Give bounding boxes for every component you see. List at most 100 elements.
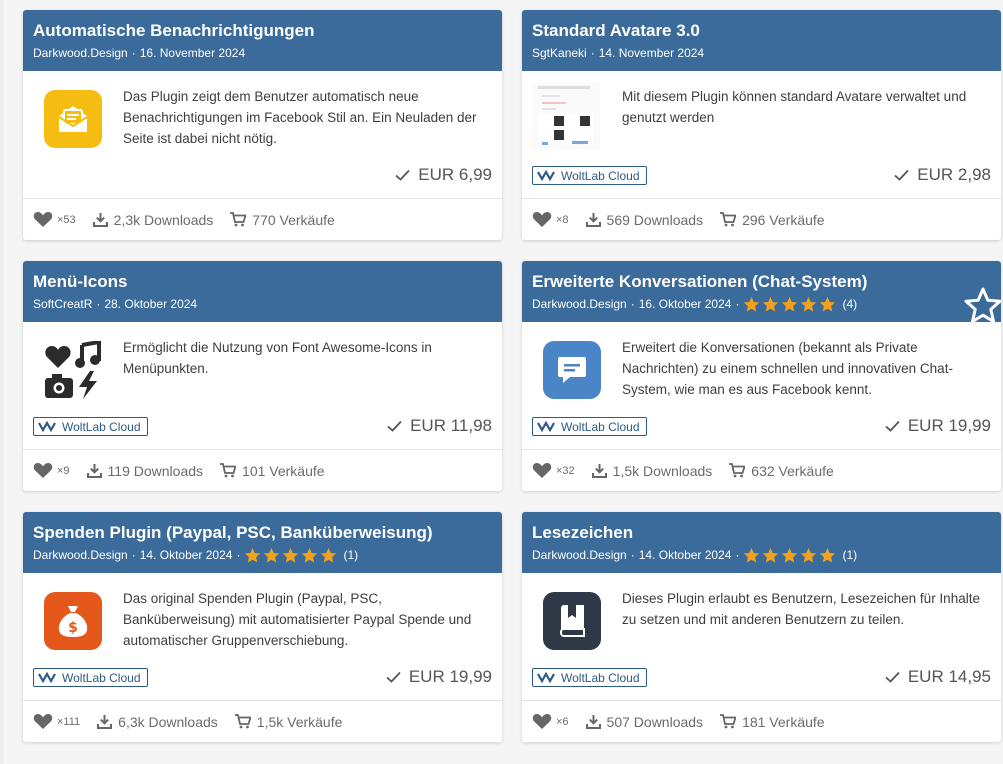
cart-icon (234, 714, 251, 729)
woltlab-cloud-badge: WoltLab Cloud (532, 668, 647, 687)
plugin-card[interactable]: Erweiterte Konversationen (Chat-System) … (522, 261, 1001, 491)
card-header: Lesezeichen Darkwood.Design · 14. Oktober … (522, 512, 1001, 573)
plugin-card[interactable]: Lesezeichen Darkwood.Design · 14. Oktober … (522, 512, 1001, 742)
checkmark-icon (894, 169, 909, 181)
likes-stat[interactable]: ×6 (532, 713, 569, 730)
downloads-count: 6,3k Downloads (118, 713, 218, 730)
checkmark-icon (395, 169, 410, 181)
plugin-title[interactable]: Automatische Benachrichtigungen (33, 21, 492, 41)
sales-count: 632 Verkäufe (751, 462, 834, 479)
checkmark-icon (885, 420, 900, 432)
sales-stat: 181 Verkäufe (720, 714, 825, 730)
price[interactable]: EUR 6,99 (395, 165, 492, 185)
sales-count: 296 Verkäufe (742, 211, 825, 228)
plugin-card[interactable]: Automatische Benachrichtigungen Darkwood… (23, 10, 502, 240)
downloads-count: 2,3k Downloads (113, 211, 214, 228)
heart-icon (33, 714, 53, 729)
likes-stat[interactable]: ×9 (33, 462, 70, 479)
cart-icon (720, 212, 737, 227)
downloads-count: 119 Downloads (107, 462, 204, 479)
price-value: EUR 11,98 (410, 416, 492, 435)
plugin-title[interactable]: Menü-Icons (33, 272, 492, 292)
sales-count: 101 Verkäufe (242, 462, 325, 479)
likes-stat[interactable]: ×8 (532, 211, 569, 228)
author-link[interactable]: Darkwood.Design (33, 548, 128, 562)
price-value: EUR 14,95 (907, 667, 991, 686)
heart-icon (532, 714, 552, 729)
price-value: EUR 19,99 (907, 416, 991, 435)
plugin-card[interactable]: Spenden Plugin (Paypal, PSC, Banküberwei… (23, 512, 502, 742)
plugin-meta: SgtKaneki · 14. November 2024 (532, 46, 705, 60)
plugin-meta: Darkwood.Design · 14. Oktober 2024 · (1) (532, 547, 858, 563)
plugin-title[interactable]: Spenden Plugin (Paypal, PSC, Banküberwei… (33, 523, 492, 543)
plugin-card[interactable]: Menü-Icons SoftCreatR · 28. Oktober 2024 E… (23, 261, 502, 491)
card-body: Mit diesem Plugin können standard Avatar… (522, 71, 1001, 198)
star-icon (820, 296, 836, 312)
envelope-notification-icon[interactable] (44, 90, 102, 148)
sales-count: 770 Verkäufe (252, 211, 335, 228)
author-link[interactable]: SgtKaneki (532, 46, 587, 60)
price[interactable]: EUR 14,95 (885, 667, 991, 687)
author-link[interactable]: Darkwood.Design (532, 297, 627, 311)
star-icon (245, 547, 261, 563)
icon-collage-icon[interactable] (44, 341, 102, 399)
favorite-star-icon[interactable] (963, 286, 1001, 326)
chat-bubble-icon[interactable] (543, 341, 601, 399)
card-body: $ Das original Spenden Plugin (Paypal, P… (23, 573, 502, 700)
star-icon (744, 296, 760, 312)
publish-date: 16. November 2024 (139, 46, 246, 60)
rating-count: (4) (842, 297, 858, 311)
bookmark-book-icon[interactable] (543, 592, 601, 650)
cart-icon (729, 463, 746, 478)
likes-count: ×32 (556, 464, 575, 477)
download-icon (591, 464, 607, 478)
likes-count: ×6 (556, 715, 569, 728)
rating-stars: (1) (244, 547, 358, 564)
author-link[interactable]: SoftCreatR (33, 297, 92, 311)
price[interactable]: EUR 11,98 (387, 416, 492, 436)
plugin-description: Erweitert die Konversationen (bekannt al… (622, 340, 953, 397)
plugin-title[interactable]: Lesezeichen (532, 523, 991, 543)
star-icon (302, 547, 318, 563)
woltlab-cloud-badge: WoltLab Cloud (532, 417, 647, 436)
likes-stat[interactable]: ×53 (33, 211, 76, 228)
rating-stars: (4) (743, 296, 857, 313)
author-link[interactable]: Darkwood.Design (532, 548, 627, 562)
card-body: Dieses Plugin erlaubt es Benutzern, Lese… (522, 573, 1001, 700)
heart-icon (532, 212, 552, 227)
screenshot-thumbnail[interactable] (532, 83, 600, 149)
downloads-count: 507 Downloads (606, 713, 704, 730)
price[interactable]: EUR 2,98 (894, 165, 991, 185)
price[interactable]: EUR 19,99 (885, 416, 991, 436)
checkmark-icon (885, 671, 900, 683)
plugin-meta: Darkwood.Design · 14. Oktober 2024 · (1) (33, 547, 359, 564)
download-icon (585, 715, 601, 729)
money-bag-icon[interactable]: $ (44, 592, 102, 650)
card-footer: ×6 507 Downloads 181 Verkäufe (522, 700, 1001, 742)
card-header: Spenden Plugin (Paypal, PSC, Banküberwei… (23, 512, 502, 573)
sales-count: 1,5k Verkäufe (256, 713, 343, 730)
plugin-card[interactable]: Standard Avatare 3.0 SgtKaneki · 14. Novem… (522, 10, 1001, 240)
price[interactable]: EUR 19,99 (386, 667, 492, 687)
publish-date: 14. Oktober 2024 (139, 548, 233, 562)
card-header: Menü-Icons SoftCreatR · 28. Oktober 2024 (23, 261, 502, 322)
likes-stat[interactable]: ×32 (532, 462, 575, 479)
star-icon (763, 547, 779, 563)
svg-text:$: $ (68, 620, 78, 636)
downloads-stat: 569 Downloads (585, 212, 703, 228)
star-icon (264, 547, 280, 563)
plugin-meta: Darkwood.Design · 16. Oktober 2024 · (4) (532, 296, 858, 313)
likes-stat[interactable]: ×111 (33, 713, 80, 730)
woltlab-logo-icon (38, 421, 56, 432)
woltlab-logo-icon (537, 170, 555, 181)
card-header: Automatische Benachrichtigungen Darkwood… (23, 10, 502, 71)
cart-icon (720, 714, 737, 729)
star-icon (801, 296, 817, 312)
plugin-meta: SoftCreatR · 28. Oktober 2024 (33, 297, 198, 311)
badge-label: WoltLab Cloud (561, 168, 640, 183)
plugin-title[interactable]: Erweiterte Konversationen (Chat-System) (532, 272, 991, 292)
heart-icon (33, 212, 53, 227)
card-body: Erweitert die Konversationen (bekannt al… (522, 322, 1001, 449)
author-link[interactable]: Darkwood.Design (33, 46, 128, 60)
plugin-title[interactable]: Standard Avatare 3.0 (532, 21, 991, 41)
